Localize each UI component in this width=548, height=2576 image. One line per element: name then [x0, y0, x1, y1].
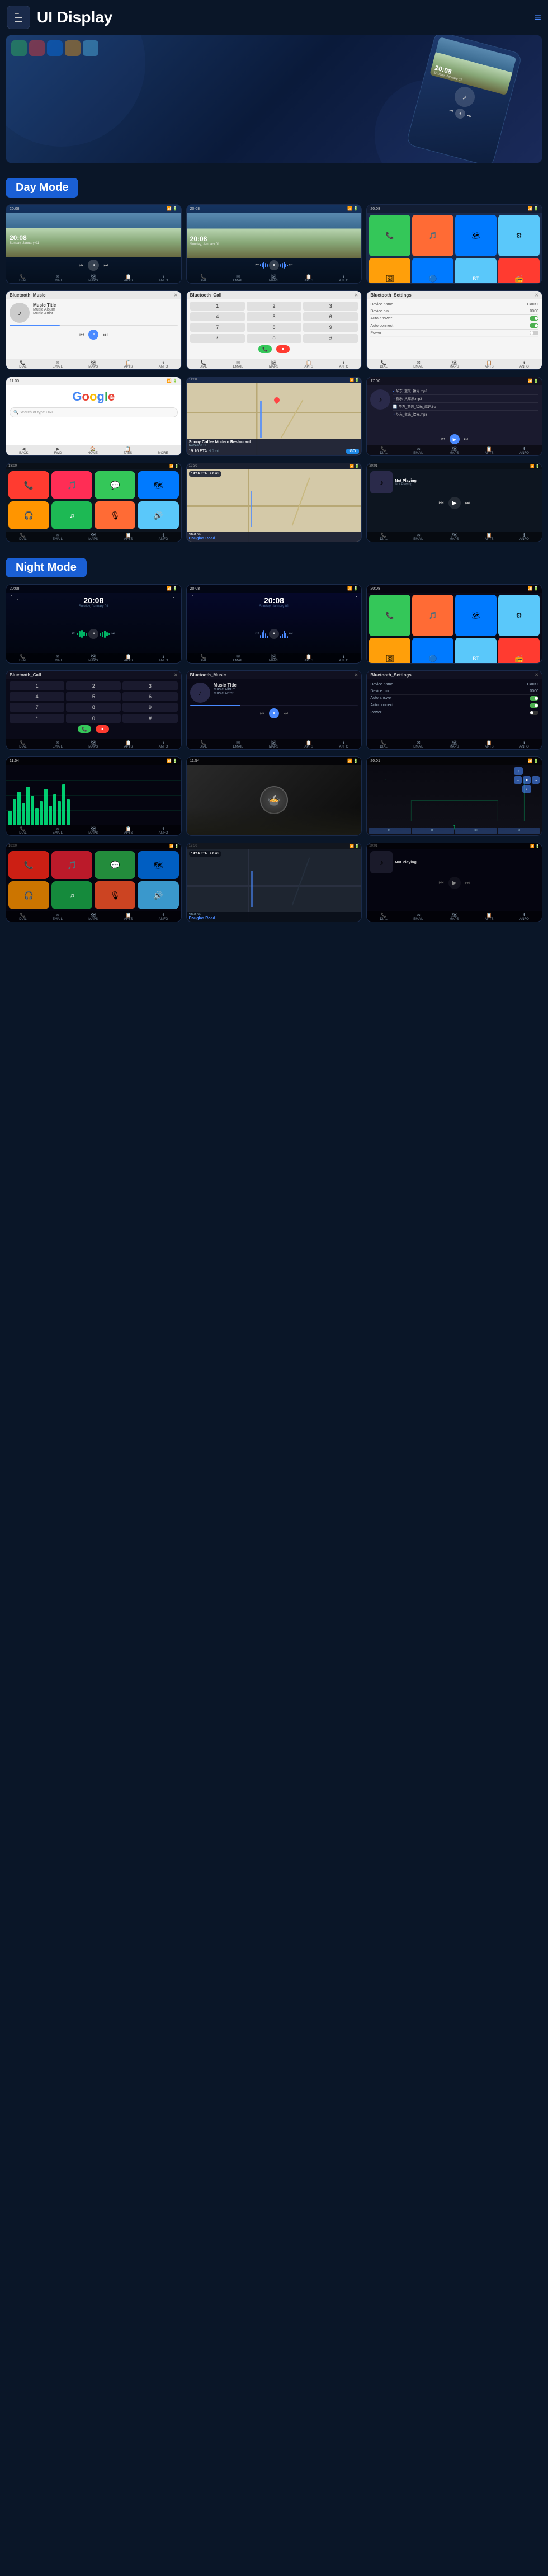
hero-device-mockup: 20:08 Sunday, January 01 ♪ ⏮ ⏸ ⏭ [406, 35, 523, 163]
music-app[interactable]: 🎵 [412, 215, 453, 256]
night-now-playing: 20:01📶 🔋 ♪ Not Playing ⏮ ▶ ⏭ 📞DIAL [366, 843, 542, 922]
music-icon[interactable]: 🎵 [51, 471, 92, 499]
file-item[interactable]: ♪ 新乐_大草原.mp3 [393, 395, 538, 403]
maps-btn[interactable]: 🗺MAPS [88, 274, 98, 283]
page-title: UI Display [37, 8, 112, 26]
logo-icon [7, 6, 30, 29]
night-home-1: 20:08📶 🔋 20:08 Sunday, January 01 ⏮ [6, 584, 182, 664]
go-button[interactable]: GO [346, 449, 359, 454]
phone-app[interactable]: 📞 [369, 215, 410, 256]
spotify-icon[interactable]: 🎧 [8, 501, 49, 529]
local-music-screen: 17:00📶 🔋 ♪ ♪ 华东_蓝光_拾光.mp3 ♪ 新乐 [366, 377, 542, 456]
day-mode-row-2: Bluetooth_Music ✕ ♪ Music Title Music Al… [0, 290, 548, 370]
anfo-btn[interactable]: ℹANFO [159, 274, 168, 283]
night-mode-row-4: 18:00📶 🔋 📞 🎵 💬 🗺 🎧 ♫ 🎙 🔊 📞DIAL ✉EMAIL 🗺M… [0, 843, 548, 922]
carplay-home-screen: 18:00📶 🔋 📞 🎵 💬 🗺 🎧 ♫ 🎙 🔊 📞DIAL ✉EMAIL 🗺M… [6, 463, 182, 542]
night-bt-music: Bluetooth_Music ✕ ♪ Music Title Music Al… [186, 670, 362, 750]
bt-app[interactable]: 🔵 [412, 258, 453, 283]
night-home-2: 20:08📶 🔋 20:08 Sunday, January 01 ⏮ [186, 584, 362, 664]
night-nav-screen: 19:30📶 🔋 19:16 ETA 9.0 mi Start on Dougl… [186, 843, 362, 922]
dial-btn[interactable]: 📞DIAL [19, 274, 26, 283]
carplay-nav-screen: 19:30📶 🔋 19:16 ETA 9.0 mi Start on Dougl… [186, 463, 362, 542]
photos-app[interactable]: 🖼 [369, 258, 410, 283]
podcast-icon[interactable]: 🎙 [95, 501, 135, 529]
phone-icon[interactable]: 📞 [8, 471, 49, 499]
day-app-grid: 20:08📶 🔋 📞 🎵 🗺 ⚙ 🖼 🔵 BT 📻 🚗 🚙 📷 ▶ 📞DIAL … [366, 204, 542, 284]
maps-app[interactable]: 🗺 [455, 215, 497, 256]
header: UI Display ≡ [0, 0, 548, 35]
bt-music-screen: Bluetooth_Music ✕ ♪ Music Title Music Al… [6, 290, 182, 370]
bottom-nav-1: 📞DIAL ✉EMAIL 🗺MAPS 📋APTS ℹANFO [6, 273, 181, 283]
carplay-music-screen: 20:01📶 🔋 ♪ Not Playing Not Playing ⏮ ▶ ⏭ [366, 463, 542, 542]
hero-banner: 20:08 Sunday, January 01 ♪ ⏮ ⏸ ⏭ [6, 35, 542, 163]
status-bar-1: 20:08📶 🔋 [6, 205, 181, 213]
google-screen: 11:00📶 🔋 Google 🔍 Search or type URL ◀BA… [6, 377, 182, 456]
map-nav-screen: 11:00📶 🔋 Sunny Coffee Modern Restaurant … [186, 377, 362, 456]
night-app-grid: 20:08📶 🔋 📞 🎵 🗺 ⚙ 🖼 🔵 BT 📻 🚗 🚙 📷 ▶ 📞DIAL … [366, 584, 542, 664]
maps-icon[interactable]: 🗺 [138, 471, 178, 499]
spotify2-icon[interactable]: ♫ [51, 501, 92, 529]
bt2-app[interactable]: BT [455, 258, 497, 283]
messages-icon[interactable]: 💬 [95, 471, 135, 499]
night-mode-row-2: Bluetooth_Call ✕ 1 2 3 4 5 6 7 8 9 * 0 [0, 670, 548, 750]
day-mode-row-3: 11:00📶 🔋 Google 🔍 Search or type URL ◀BA… [0, 377, 548, 456]
night-bt-settings: Bluetooth_Settings ✕ Device name CarBT D… [366, 670, 542, 750]
night-mode-section-label: Night Mode [0, 549, 548, 584]
night-mode-row-1: 20:08📶 🔋 20:08 Sunday, January 01 ⏮ [0, 584, 548, 664]
email-btn[interactable]: ✉EMAIL [53, 274, 63, 283]
night-photo-screen: 11:54📶 🔋 🍲 [186, 756, 362, 836]
radio-app[interactable]: 📻 [498, 258, 540, 283]
day-mode-section-label: Day Mode [0, 169, 548, 204]
file-item[interactable]: ♪ 华东_蓝光_拾光.mp3 [393, 411, 538, 418]
file-item[interactable]: 📄 华东_蓝光_拾光_歌词.lrc [393, 403, 538, 411]
day-mode-row-4: 18:00📶 🔋 📞 🎵 💬 🗺 🎧 ♫ 🎙 🔊 📞DIAL ✉EMAIL 🗺M… [0, 463, 548, 542]
file-item[interactable]: ♪ 华东_蓝光_拾光.mp3 [393, 387, 538, 395]
apts-btn[interactable]: 📋APTS [124, 274, 133, 283]
day-home-screen-2: 20:08📶 🔋 20:08 Sunday, January 01 ⏮ ⏸ [186, 204, 362, 284]
day-mode-row-1: 20:08📶 🔋 20:08 Sunday, January 01 ⏮ ⏸ ⏭ … [0, 204, 548, 284]
night-mode-row-3: 11:54📶 🔋 [0, 756, 548, 836]
menu-dots-icon[interactable]: ≡ [534, 10, 541, 25]
night-bt-call: Bluetooth_Call ✕ 1 2 3 4 5 6 7 8 9 * 0 [6, 670, 182, 750]
night-carplay-home: 18:00📶 🔋 📞 🎵 💬 🗺 🎧 ♫ 🎙 🔊 📞DIAL ✉EMAIL 🗺M… [6, 843, 182, 922]
status-bar-2: 20:08📶 🔋 [187, 205, 362, 213]
siri-icon[interactable]: 🔊 [138, 501, 178, 529]
bt-call-screen: Bluetooth_Call ✕ 1 2 3 4 5 6 7 8 9 * 0 [186, 290, 362, 370]
bottom-nav-2: 📞DIAL ✉EMAIL 🗺MAPS 📋APTS ℹANFO [187, 273, 362, 283]
bt-settings-screen: Bluetooth_Settings ✕ Device name CarBT D… [366, 290, 542, 370]
night-eq-screen: 11:54📶 🔋 [6, 756, 182, 836]
night-rear-camera: 20:01📶 🔋 ↑ ↑ ← ● → [366, 756, 542, 836]
settings-app[interactable]: ⚙ [498, 215, 540, 256]
day-home-screen-1: 20:08📶 🔋 20:08 Sunday, January 01 ⏮ ⏸ ⏭ … [6, 204, 182, 284]
